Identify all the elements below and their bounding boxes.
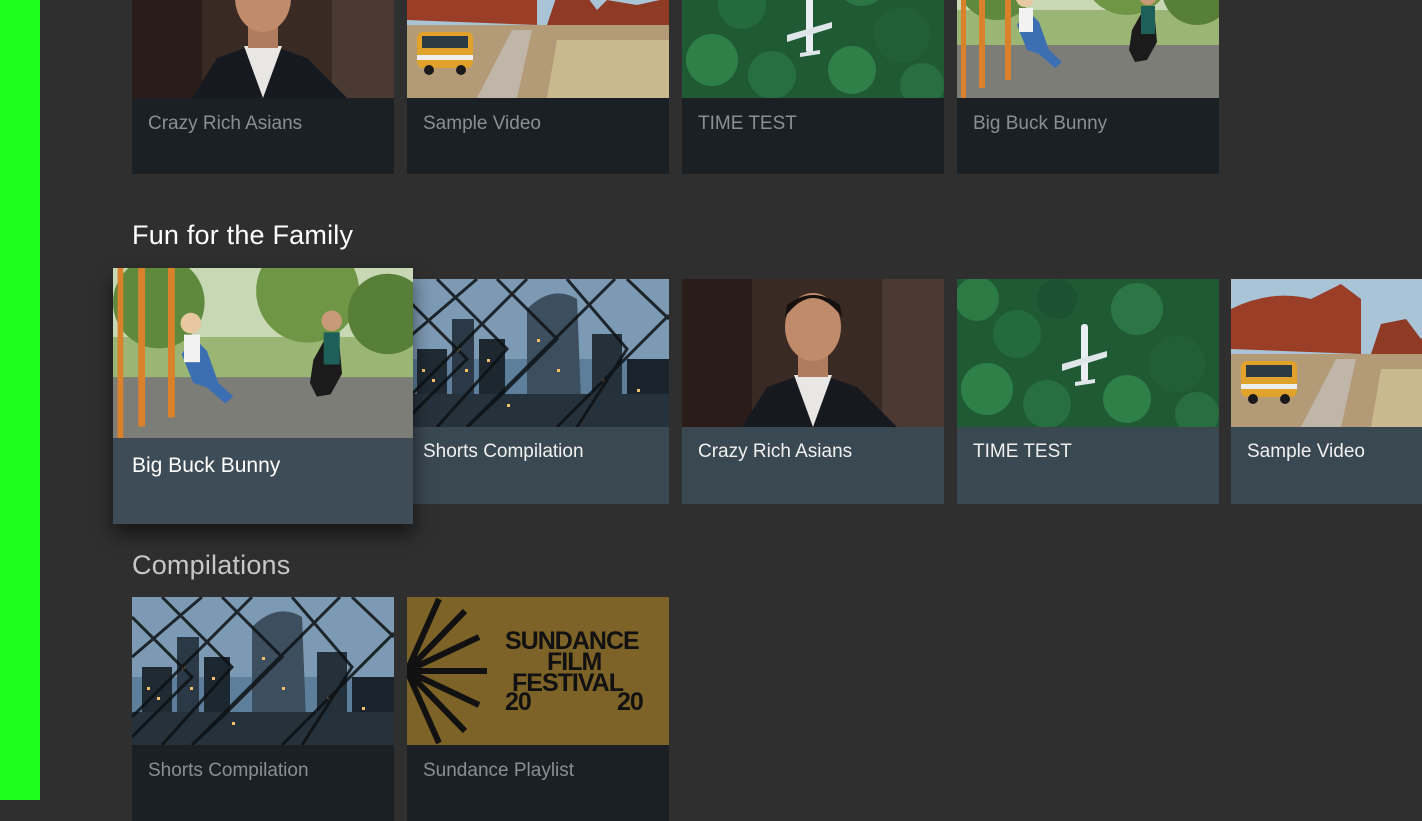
video-card[interactable]: Sample Video — [1231, 279, 1422, 504]
video-card[interactable]: Crazy Rich Asians — [132, 0, 394, 174]
video-thumbnail — [132, 0, 394, 98]
side-nav-strip — [0, 0, 40, 800]
video-thumbnail — [132, 597, 394, 745]
video-card[interactable]: TIME TEST — [682, 0, 944, 174]
video-card-title: Shorts Compilation — [423, 441, 584, 462]
video-card[interactable]: Crazy Rich Asians — [682, 279, 944, 504]
playlist-thumbnail: SUNDANCE FILM FESTIVAL 20 20 — [407, 597, 669, 745]
video-card-focused[interactable]: Big Buck Bunny — [113, 268, 413, 524]
video-card[interactable]: Shorts Compilation — [132, 597, 394, 821]
video-card-title: Crazy Rich Asians — [148, 113, 303, 134]
video-card-title: TIME TEST — [698, 113, 797, 134]
video-thumbnail — [113, 268, 413, 438]
row-title-fun-for-the-family: Fun for the Family — [132, 220, 354, 250]
video-card-title: Big Buck Bunny — [973, 113, 1108, 134]
video-thumbnail — [1231, 279, 1422, 427]
video-thumbnail — [957, 0, 1219, 98]
playlist-card-title: Sundance Playlist — [423, 760, 575, 781]
poster-year-right: 20 — [617, 688, 643, 716]
poster-year-left: 20 — [505, 688, 531, 716]
video-card[interactable]: Big Buck Bunny — [957, 0, 1219, 174]
video-thumbnail — [957, 279, 1219, 427]
playlist-card[interactable]: SUNDANCE FILM FESTIVAL 20 20 Sundance Pl… — [407, 597, 669, 821]
video-thumbnail — [407, 0, 669, 98]
video-card-title: TIME TEST — [973, 441, 1072, 462]
video-card-title: Shorts Compilation — [148, 760, 309, 781]
video-card[interactable]: TIME TEST — [957, 279, 1219, 504]
row-title-compilations: Compilations — [132, 550, 291, 580]
video-card-title: Big Buck Bunny — [132, 454, 281, 477]
video-card-title: Sample Video — [1247, 441, 1365, 462]
video-thumbnail — [407, 279, 669, 427]
video-card[interactable]: Sample Video — [407, 0, 669, 174]
video-thumbnail — [682, 0, 944, 98]
video-card-title: Sample Video — [423, 113, 541, 134]
video-card-title: Crazy Rich Asians — [698, 441, 853, 462]
video-card[interactable]: Shorts Compilation — [407, 279, 669, 504]
video-thumbnail — [682, 279, 944, 427]
